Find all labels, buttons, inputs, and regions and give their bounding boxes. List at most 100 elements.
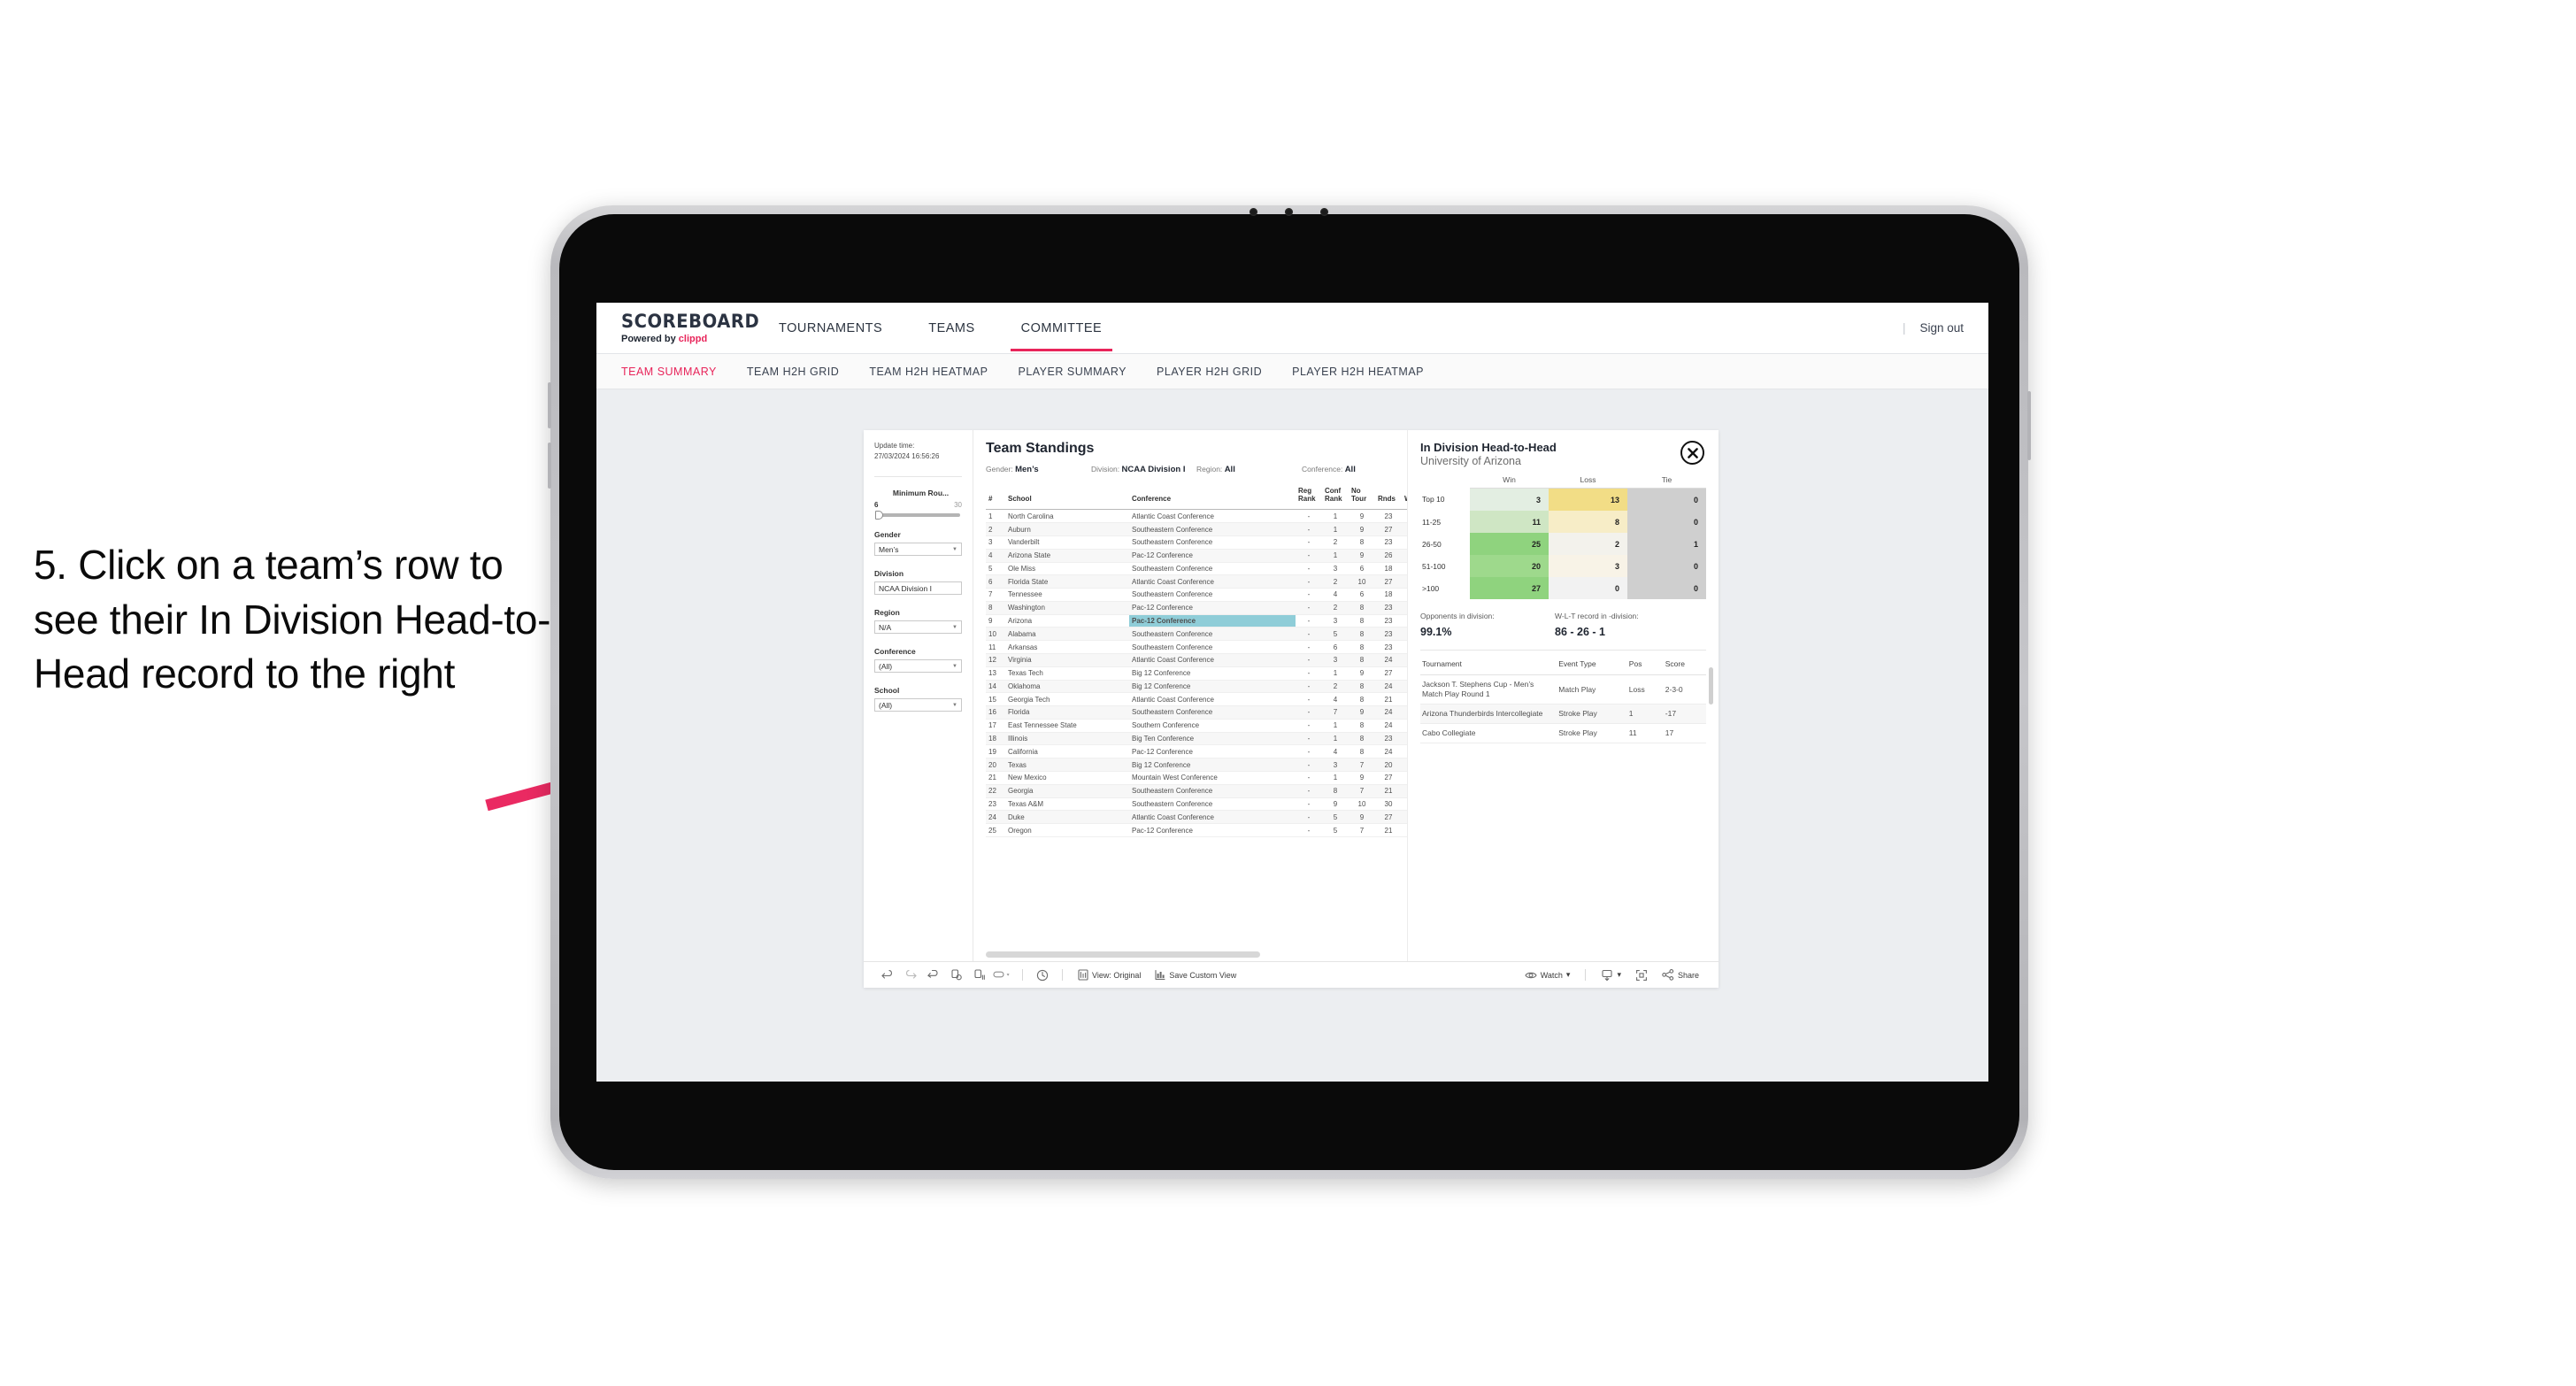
horizontal-scrollbar[interactable] (986, 951, 1260, 958)
cell-school: Oklahoma (1005, 680, 1129, 694)
minimum-rounds-slider[interactable] (875, 511, 960, 520)
col-tournament[interactable]: Tournament (1420, 656, 1557, 675)
col-event-type[interactable]: Event Type (1557, 656, 1627, 675)
save-custom-view-button[interactable]: Save Custom View (1148, 969, 1243, 981)
col-school[interactable]: School (1005, 484, 1129, 511)
tab-team-h2h-grid[interactable]: TEAM H2H GRID (747, 366, 839, 378)
tab-player-h2h-heatmap[interactable]: PLAYER H2H HEATMAP (1292, 366, 1424, 378)
region-select[interactable]: N/A ▼ (874, 620, 962, 635)
tournament-row[interactable]: Cabo Collegiate Stroke Play 11 17 (1420, 723, 1706, 744)
cell-reg-rank: - (1296, 797, 1322, 812)
division-select[interactable]: NCAA Division I (874, 581, 962, 596)
col-no-tour[interactable]: No Tour (1349, 484, 1375, 511)
power-button[interactable] (2027, 391, 2031, 460)
opponents-label: Opponents in division: (1420, 612, 1495, 620)
table-row[interactable]: 16FloridaSoutheastern Conference-79244 (986, 705, 1407, 720)
pause-updates-icon[interactable] (968, 969, 991, 981)
slider-value-row: 6 30 (874, 501, 962, 509)
conference-select[interactable]: (All) ▼ (874, 659, 962, 674)
gender-select[interactable]: Men’s ▼ (874, 543, 962, 557)
table-row[interactable]: 18IllinoisBig Ten Conference-18233 (986, 732, 1407, 746)
brand-logo[interactable]: SCOREBOARD Powered by clippd (596, 312, 759, 344)
redo-icon[interactable] (899, 969, 922, 981)
col-pos[interactable]: Pos (1626, 656, 1664, 675)
share-button[interactable]: Share (1655, 969, 1706, 981)
nav-tournaments[interactable]: TOURNAMENTS (756, 304, 905, 351)
tab-team-h2h-heatmap[interactable]: TEAM H2H HEATMAP (869, 366, 988, 378)
gender-value: Men’s (879, 544, 899, 554)
standings-table: # School Conference Reg Rank Conf Rank N… (986, 484, 1407, 837)
table-row[interactable]: 21 New Mexico Mountain West Conference -1 9 2… (986, 771, 1407, 785)
clock-icon[interactable] (1031, 969, 1054, 982)
school-select[interactable]: (All) ▼ (874, 698, 962, 712)
gender-label: Gender (874, 530, 901, 540)
table-row[interactable]: 8WashingtonPac-12 Conference-28231 (986, 601, 1407, 615)
standings-table-head: # School Conference Reg Rank Conf Rank N… (986, 484, 1407, 511)
table-row[interactable]: 6 Florida State Atlantic Coast Conference -… (986, 574, 1407, 589)
cell-reg-rank: - (1296, 823, 1322, 837)
table-row[interactable]: 12 Virginia Atlantic Coast Conference -3 8 24… (986, 653, 1407, 667)
col-reg-rank[interactable]: Reg Rank (1296, 484, 1322, 511)
table-row[interactable]: 3VanderbiltSoutheastern Conference-28235 (986, 535, 1407, 550)
tournament-row[interactable]: Arizona Thunderbirds Intercollegiate Stro… (1420, 704, 1706, 725)
col-rank[interactable]: # (986, 484, 1005, 511)
watch-button[interactable]: Watch ▾ (1518, 970, 1578, 980)
table-row[interactable]: 23 Texas A&M Southeastern Conference -9 10 30… (986, 797, 1407, 812)
col-conference[interactable]: Conference (1129, 484, 1296, 511)
table-row[interactable]: 15 Georgia Tech Atlantic Coast Conference -… (986, 692, 1407, 707)
signout-link[interactable]: Sign out (1919, 321, 1964, 335)
h2h-col-tie: Tie (1627, 475, 1706, 489)
col-rnds[interactable]: Rnds (1375, 484, 1402, 511)
table-row[interactable]: 10AlabamaSoutheastern Conference-58233 (986, 627, 1407, 642)
gender-filter: Gender Men’s ▼ (874, 530, 962, 557)
tournament-row[interactable]: Jackson T. Stephens Cup - Men’s Match Pl… (1420, 674, 1706, 705)
view-original-button[interactable]: View: Original (1071, 969, 1148, 981)
table-row[interactable]: 24DukeAtlantic Coast Conference-59271 (986, 810, 1407, 825)
school-label: School (874, 686, 900, 696)
cell-school: Vanderbilt (1005, 535, 1129, 550)
h2h-bucket-label: 51-100 (1420, 555, 1470, 577)
table-row[interactable]: 11ArkansasSoutheastern Conference-68232 (986, 640, 1407, 654)
cell-conference: Mountain West Conference (1129, 771, 1296, 785)
table-row[interactable]: 2AuburnSoutheastern Conference-19276 (986, 522, 1407, 536)
cell-reg-rank: - (1296, 680, 1322, 694)
revert-icon[interactable] (922, 969, 945, 981)
h2h-cell: 2 (1549, 533, 1627, 555)
fullscreen-button[interactable] (1628, 969, 1655, 982)
h2h-cell: 8 (1549, 511, 1627, 533)
standings-meta-row: Gender: Men’s Division: NCAA Division I … (973, 465, 1407, 484)
cell-reg-rank: - (1296, 744, 1322, 759)
undo-icon[interactable] (876, 969, 899, 981)
volume-down-button[interactable] (548, 443, 551, 489)
download-button[interactable]: ▾ (1594, 969, 1628, 982)
table-row[interactable]: 22GeorgiaSoutheastern Conference-87211 (986, 784, 1407, 798)
table-row[interactable]: 13Texas TechBig 12 Conference-19272 (986, 666, 1407, 681)
table-row[interactable]: 5Ole MissSoutheastern Conference-36181 (986, 562, 1407, 576)
close-icon[interactable] (1680, 441, 1704, 465)
slider-handle[interactable] (875, 511, 883, 520)
tab-team-summary[interactable]: TEAM SUMMARY (621, 366, 717, 378)
table-row[interactable]: 25OregonPac-12 Conference-57210 (986, 823, 1407, 837)
shape-dropdown-icon[interactable] (991, 970, 1014, 980)
table-row[interactable]: 1 North Carolina Atlantic Coast Conference… (986, 509, 1407, 524)
refresh-data-icon[interactable] (945, 969, 968, 981)
col-score[interactable]: Score (1663, 656, 1706, 675)
cell-reg-rank: - (1296, 588, 1322, 602)
volume-up-button[interactable] (548, 382, 551, 428)
instruction-annotation: 5. Click on a team’s row to see their In… (34, 542, 551, 697)
tournament-scrollbar[interactable] (1709, 667, 1713, 705)
tab-player-h2h-grid[interactable]: PLAYER H2H GRID (1157, 366, 1262, 378)
table-row[interactable]: 19CaliforniaPac-12 Conference-48242 (986, 744, 1407, 759)
table-row[interactable]: 7TennesseeSoutheastern Conference-46182 (986, 588, 1407, 602)
table-row[interactable]: 14OklahomaBig 12 Conference-28242 (986, 680, 1407, 694)
col-conf-rank[interactable]: Conf Rank (1322, 484, 1349, 511)
table-row[interactable]: 17 East Tennessee State Southern Conferenc… (986, 719, 1407, 733)
table-row[interactable]: 4Arizona StatePac-12 Conference-19261 (986, 549, 1407, 563)
nav-teams[interactable]: TEAMS (905, 304, 997, 351)
table-row[interactable]: 9ArizonaPac-12 Conference-38232 (986, 614, 1407, 628)
h2h-corner-cell (1420, 475, 1470, 489)
tab-player-summary[interactable]: PLAYER SUMMARY (1018, 366, 1127, 378)
cell-rank: 6 (986, 574, 1005, 589)
table-row[interactable]: 20TexasBig 12 Conference-37200 (986, 758, 1407, 772)
nav-committee[interactable]: COMMITTEE (998, 304, 1126, 351)
